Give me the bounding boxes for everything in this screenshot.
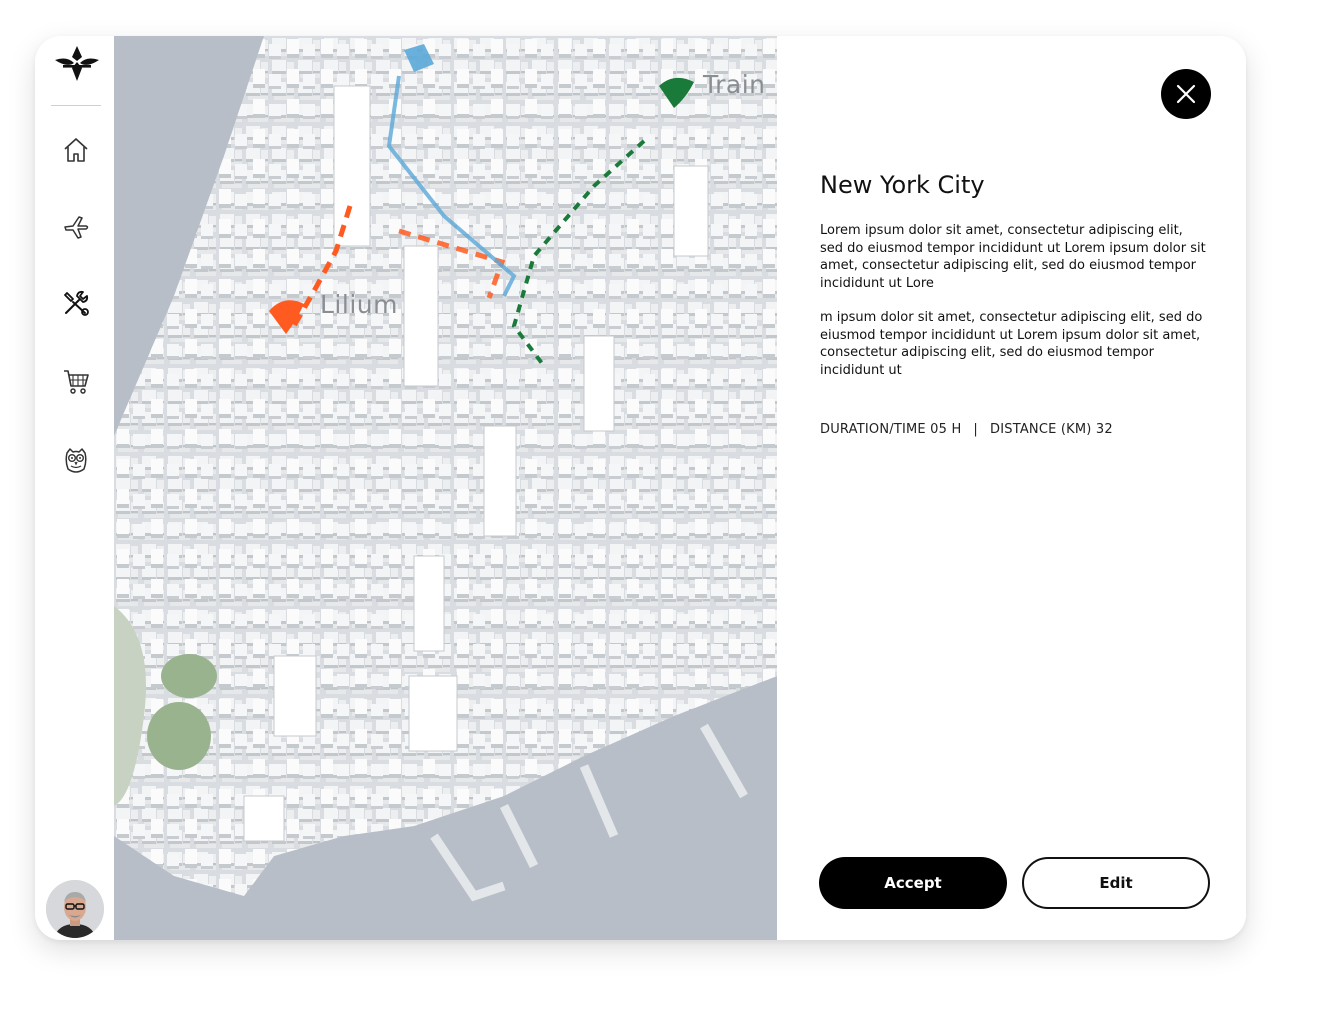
close-icon [1176,84,1196,104]
city-map[interactable]: Lilium Train [114,36,777,940]
sidebar [35,36,114,940]
accept-button[interactable]: Accept [819,857,1007,909]
close-button[interactable] [1161,69,1211,119]
sidebar-item-tools[interactable] [56,285,96,321]
app-window: Lilium Train New York City Lorem ipsum d… [35,36,1246,940]
airplane-icon [64,216,89,239]
user-avatar[interactable] [46,880,104,938]
sidebar-item-owl[interactable] [56,442,96,478]
map-canvas [114,36,777,940]
tools-icon [64,290,89,316]
stats-separator: | [973,422,979,437]
sidebar-item-shop[interactable] [56,363,96,399]
owl-icon [65,448,87,473]
duration-stat: DURATION/TIME 05 H [820,422,962,437]
home-icon [64,138,88,162]
train-route-label: Train [703,70,766,99]
edit-button[interactable]: Edit [1022,857,1210,909]
trip-stats: DURATION/TIME 05 H | DISTANCE (KM) 32 [820,422,1113,437]
fleur-logo-icon [53,44,101,84]
description-paragraph-1: Lorem ipsum dolor sit amet, consectetur … [820,223,1206,291]
sidebar-item-home[interactable] [56,132,96,168]
sidebar-divider [51,105,101,106]
page-title: New York City [820,171,985,199]
lilium-route-label: Lilium [320,290,398,319]
description-paragraph-2: m ipsum dolor sit amet, consectetur adip… [820,310,1203,378]
distance-stat: DISTANCE (KM) 32 [990,422,1113,437]
shopping-cart-icon [64,370,89,394]
sidebar-item-flights[interactable] [56,208,96,244]
detail-panel: New York City Lorem ipsum dolor sit amet… [777,36,1246,940]
